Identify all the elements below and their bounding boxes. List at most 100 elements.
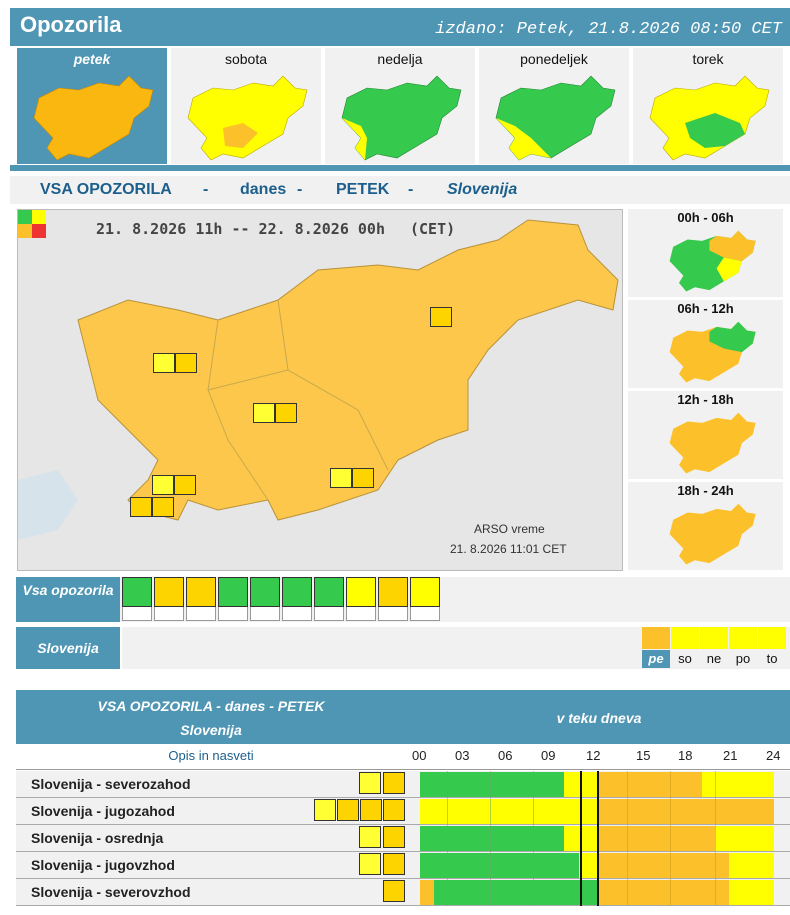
table-row: Slovenija - jugovzhod (16, 852, 790, 879)
thunderstorm-icon[interactable] (383, 826, 405, 848)
period-18-24[interactable]: 18h - 24h (628, 482, 783, 570)
snow-ice-icon[interactable] (250, 577, 280, 621)
thunderstorm-icon[interactable] (174, 475, 196, 495)
hour-21: 21 (723, 748, 738, 763)
period-00-06[interactable]: 00h - 06h (628, 209, 783, 297)
tab-label: nedelja (377, 51, 423, 67)
hour-00: 00 (412, 748, 427, 763)
rain-icon[interactable] (153, 353, 175, 373)
day-level-pe[interactable] (642, 627, 670, 649)
day-abbr-so[interactable]: so (671, 650, 699, 668)
period-12-18[interactable]: 12h - 18h (628, 391, 783, 479)
snow-icon[interactable] (218, 577, 248, 621)
hour-12: 12 (586, 748, 601, 763)
day-level-ne[interactable] (700, 627, 728, 649)
day-map-thumbnail (187, 75, 308, 161)
issued-timestamp: izdano: Petek, 21.8.2026 08:50 CET (435, 20, 782, 39)
coastal-icon[interactable] (378, 577, 408, 621)
map-time-range: 21. 8.2026 11h -- 22. 8.2026 00h (96, 220, 385, 238)
thunderstorm-icon[interactable] (383, 853, 405, 875)
hour-18: 18 (678, 748, 693, 763)
period-map-thumbnail (669, 321, 756, 383)
vsa-opozorila-label: Vsa opozorila (16, 577, 120, 622)
opis-link[interactable]: Opis in nasveti (16, 748, 406, 763)
hour-03: 03 (455, 748, 470, 763)
rain-icon[interactable] (314, 799, 336, 821)
wind-icon[interactable] (122, 577, 152, 621)
section-title: VSA OPOZORILA - danes - PETEK - Slovenij… (10, 176, 790, 204)
day-level-so[interactable] (671, 627, 699, 649)
map-timezone: (CET) (410, 220, 456, 238)
day-abbr-pe[interactable]: pe (642, 650, 670, 668)
rain-icon[interactable] (359, 826, 381, 848)
rain-icon[interactable] (359, 772, 381, 794)
section-divider (10, 165, 790, 171)
table-row: Slovenija - jugozahod (16, 798, 790, 825)
hour-15: 15 (636, 748, 651, 763)
grid-line (533, 771, 534, 906)
region-label: Slovenija (16, 627, 120, 669)
tab-label: torek (692, 51, 724, 67)
period-06-12[interactable]: 06h - 12h (628, 300, 783, 388)
thunderstorm-icon[interactable] (383, 772, 405, 794)
thunderstorm-icon[interactable] (383, 880, 405, 902)
current-time-marker (580, 771, 582, 906)
table-row: Slovenija - severozahod (16, 771, 790, 798)
grid-line (670, 771, 671, 906)
table-title: VSA OPOZORILA - danes - PETEK (97, 698, 325, 714)
day-abbr-to[interactable]: to (758, 650, 786, 668)
thunderstorm-icon[interactable] (175, 353, 197, 373)
day-level-to[interactable] (758, 627, 786, 649)
tab-day-ponedeljek[interactable]: ponedeljek (479, 48, 629, 164)
timeline-title: v teku dneva (556, 710, 642, 726)
tab-label: ponedeljek (520, 51, 588, 67)
period-map-thumbnail (669, 230, 756, 292)
rain-icon[interactable] (359, 853, 381, 875)
table-region: Slovenija (180, 722, 242, 738)
tab-day-petek[interactable]: petek (17, 48, 167, 164)
grid-line (490, 771, 491, 906)
rain-icon[interactable] (152, 475, 174, 495)
thunderstorm-icon[interactable] (430, 307, 452, 327)
day-map-thumbnail (341, 75, 462, 161)
period-map-thumbnail (669, 503, 756, 565)
forest-fire-icon[interactable] (152, 497, 174, 517)
day-map-thumbnail (649, 75, 770, 161)
rain-icon[interactable] (253, 403, 275, 423)
table-row: Slovenija - severovzhod (16, 879, 790, 906)
hour-06: 06 (498, 748, 513, 763)
warning-map[interactable]: 21. 8.2026 11h -- 22. 8.2026 00h (CET) A… (17, 209, 623, 571)
forest-fire-icon[interactable] (360, 799, 382, 821)
day-level-po[interactable] (729, 627, 757, 649)
noon-marker (597, 771, 599, 906)
high-temperature-icon[interactable] (282, 577, 312, 621)
coastal-icon[interactable] (383, 799, 405, 821)
day-abbr-po[interactable]: po (729, 650, 757, 668)
timeline-hours-row: Opis in nasveti 00 03 06 09 12 15 18 21 … (16, 745, 790, 770)
grid-line (627, 771, 628, 906)
thunderstorm-icon[interactable] (275, 403, 297, 423)
thunderstorm-icon[interactable] (186, 577, 216, 621)
day-map-thumbnail (495, 75, 616, 161)
day-abbr-ne[interactable]: ne (700, 650, 728, 668)
timeline-table-header: VSA OPOZORILA - danes - PETEK Slovenija … (16, 690, 790, 744)
thunderstorm-icon[interactable] (352, 468, 374, 488)
grid-line (715, 771, 716, 906)
rain-icon[interactable] (154, 577, 184, 621)
hour-09: 09 (541, 748, 556, 763)
page-header: Opozorila izdano: Petek, 21.8.2026 08:50… (10, 8, 790, 46)
tab-day-torek[interactable]: torek (633, 48, 783, 164)
grid-line (447, 771, 448, 906)
thunderstorm-icon[interactable] (337, 799, 359, 821)
tab-day-sobota[interactable]: sobota (171, 48, 321, 164)
page-title: Opozorila (20, 12, 122, 37)
coastal-icon[interactable] (130, 497, 152, 517)
low-temperature-icon[interactable] (314, 577, 344, 621)
tab-day-nedelja[interactable]: nedelja (325, 48, 475, 164)
tab-label: sobota (224, 51, 268, 67)
forest-fire-icon[interactable] (346, 577, 376, 621)
table-row: Slovenija - osrednja (16, 825, 790, 852)
rain-icon[interactable] (330, 468, 352, 488)
period-map-thumbnail (669, 412, 756, 474)
flood-icon[interactable] (410, 577, 440, 621)
